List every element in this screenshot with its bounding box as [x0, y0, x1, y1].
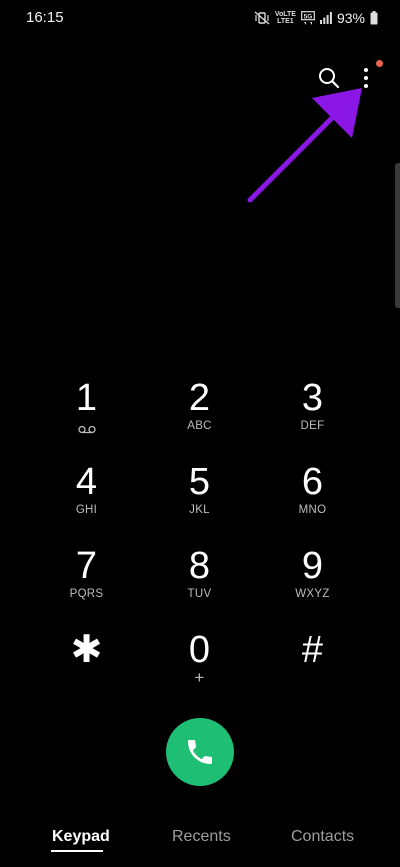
- tab-keypad[interactable]: Keypad: [52, 828, 110, 846]
- key-digit: ✱: [70, 629, 103, 671]
- key-letters: TUV: [187, 588, 212, 600]
- key-star[interactable]: ✱: [30, 630, 143, 714]
- network-type-label: 5G: [304, 13, 313, 20]
- battery-percentage: 93%: [336, 10, 365, 26]
- annotation-arrow: [240, 80, 370, 215]
- key-0[interactable]: 0 +: [143, 630, 256, 714]
- volte-icon: VoLTE LTE1: [275, 11, 296, 25]
- status-time: 16:15: [26, 9, 64, 26]
- key-letters: GHI: [75, 504, 98, 516]
- volte-label: VoLTE: [274, 11, 296, 18]
- bottom-tab-bar: Keypad Recents Contacts: [0, 820, 400, 860]
- scroll-indicator[interactable]: [395, 163, 400, 308]
- key-9[interactable]: 9 WXYZ: [256, 546, 369, 630]
- key-letters: DEF: [300, 420, 325, 432]
- key-digit: 4: [75, 461, 98, 503]
- key-digit: #: [301, 629, 324, 671]
- voicemail-icon: [77, 421, 96, 439]
- key-digit: 9: [301, 545, 324, 587]
- key-8[interactable]: 8 TUV: [143, 546, 256, 630]
- key-1[interactable]: 1: [30, 378, 143, 462]
- status-icons: VoLTE LTE1 5G 93%: [254, 8, 378, 28]
- mute-vibrate-icon: [254, 11, 270, 25]
- key-letters: PQRS: [69, 588, 104, 600]
- key-hash[interactable]: #: [256, 630, 369, 714]
- tab-contacts[interactable]: Contacts: [291, 828, 354, 846]
- key-5[interactable]: 5 JKL: [143, 462, 256, 546]
- signal-icon: [319, 12, 332, 24]
- notification-dot: [376, 60, 383, 67]
- dial-keypad: 1 2 ABC 3 DEF 4 GHI 5 JKL 6 MNO 7 PQRS 8…: [30, 378, 370, 714]
- status-bar: 16:15 VoLTE LTE1 5G 93%: [0, 0, 400, 36]
- key-digit: 8: [188, 545, 211, 587]
- key-digit: 7: [75, 545, 98, 587]
- lte-label: LTE1: [277, 18, 294, 25]
- key-3[interactable]: 3 DEF: [256, 378, 369, 462]
- key-2[interactable]: 2 ABC: [143, 378, 256, 462]
- 5g-icon: 5G: [301, 10, 315, 26]
- key-7[interactable]: 7 PQRS: [30, 546, 143, 630]
- phone-icon: [188, 740, 212, 764]
- key-plus: +: [194, 668, 205, 687]
- call-button[interactable]: [166, 718, 234, 786]
- key-digit: 2: [188, 377, 211, 419]
- key-letters: JKL: [189, 504, 210, 516]
- key-digit: 0: [188, 629, 211, 671]
- key-4[interactable]: 4 GHI: [30, 462, 143, 546]
- key-digit: 6: [301, 461, 324, 503]
- key-letters: WXYZ: [295, 588, 330, 600]
- key-letters: MNO: [298, 504, 327, 516]
- key-digit: 1: [75, 377, 98, 419]
- tab-recents[interactable]: Recents: [172, 828, 231, 846]
- key-digit: 5: [188, 461, 211, 503]
- key-letters: ABC: [187, 420, 212, 432]
- active-tab-indicator: [51, 850, 103, 852]
- key-digit: 3: [301, 377, 324, 419]
- key-6[interactable]: 6 MNO: [256, 462, 369, 546]
- battery-icon: [370, 11, 378, 25]
